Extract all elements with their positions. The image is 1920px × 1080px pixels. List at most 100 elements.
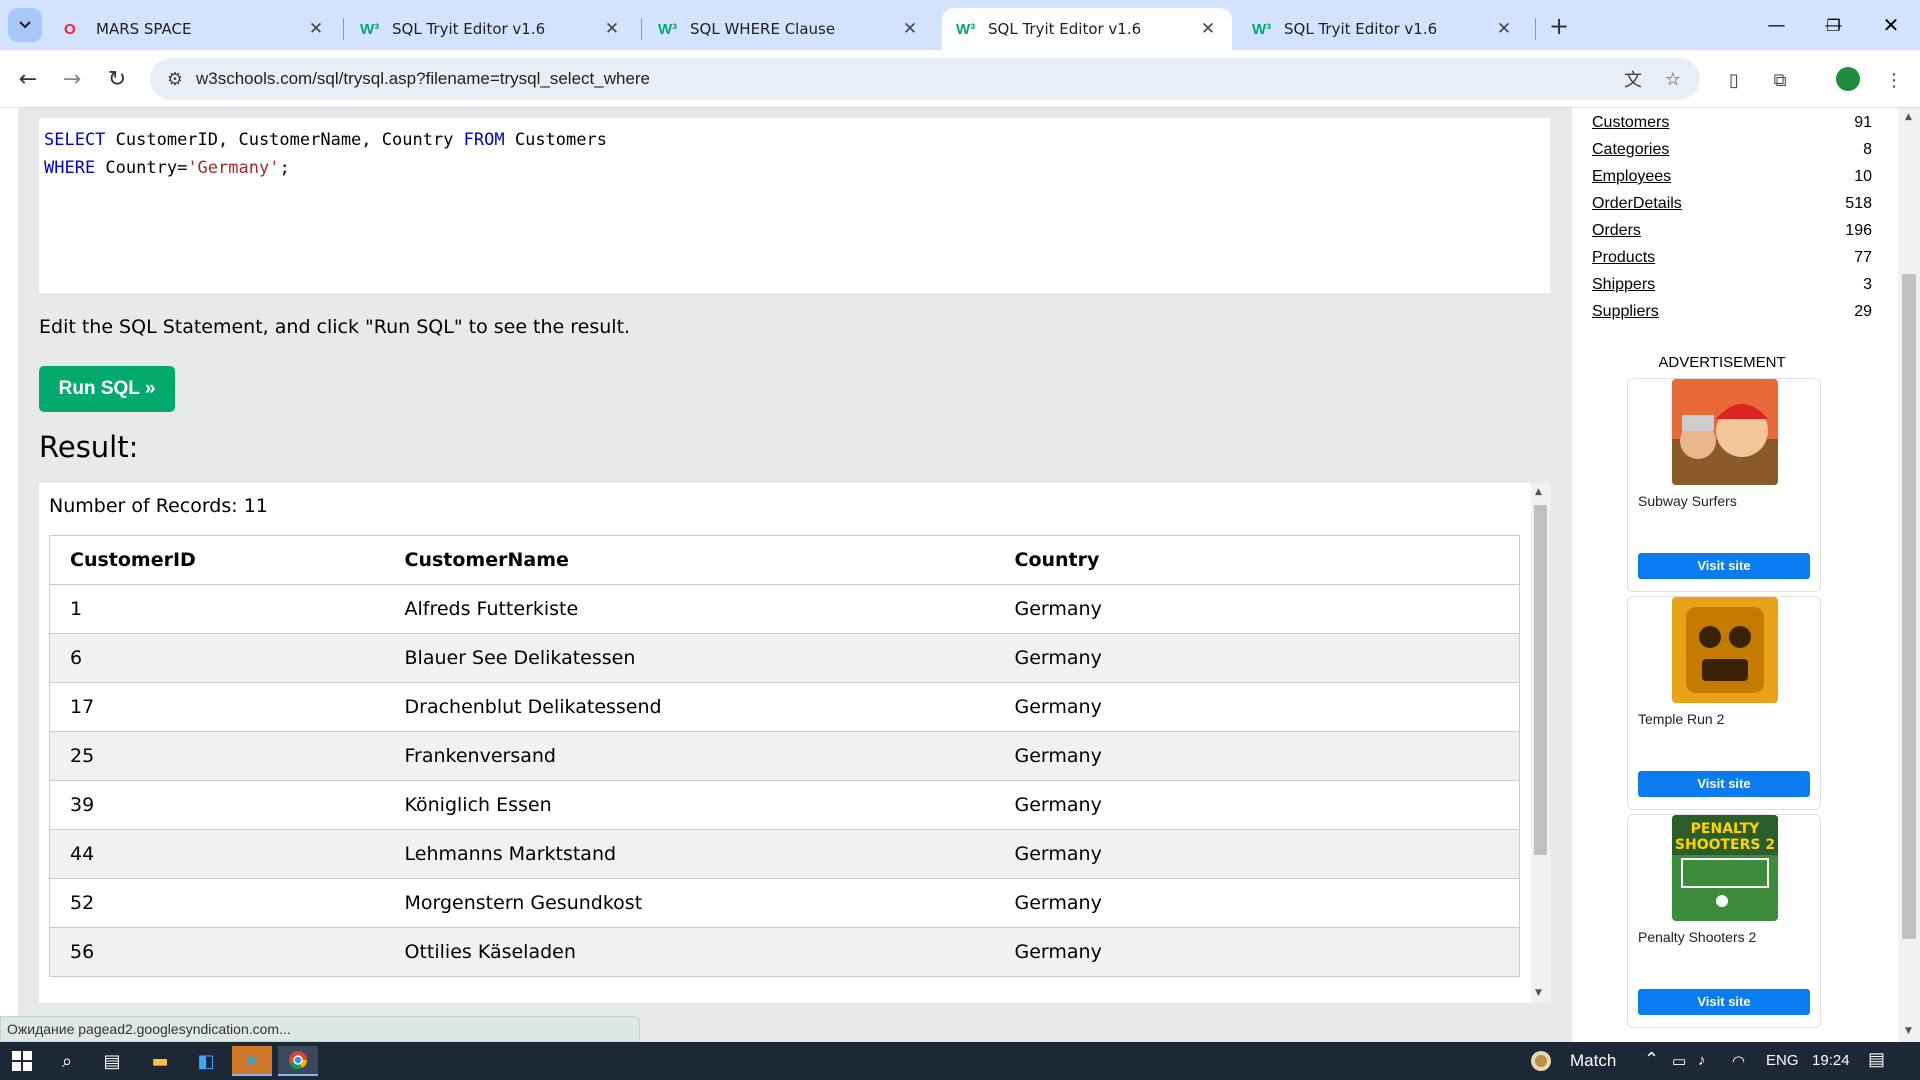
forward-button[interactable]: → [56, 63, 88, 95]
svg-text:PENALTY: PENALTY [1691, 821, 1761, 837]
main-content: SELECT CustomerID, CustomerName, Country… [0, 108, 1572, 1042]
cell: Germany [994, 731, 1520, 781]
vscode-icon[interactable]: ◧ [186, 1046, 226, 1076]
cell: Drachenblut Delikatessend [384, 682, 995, 732]
tab-sql-tryit-3[interactable]: W³ SQL Tryit Editor v1.6 ✕ [1238, 8, 1528, 50]
address-bar[interactable]: ⚙ w3schools.com/sql/trysql.asp?filename=… [150, 58, 1700, 100]
weather-text[interactable]: Match [1570, 1051, 1616, 1071]
cell: 44 [49, 829, 385, 879]
wifi-icon[interactable]: ◠ [1732, 1052, 1745, 1070]
sql-editor[interactable]: SELECT CustomerID, CustomerName, Country… [39, 118, 1550, 293]
chrome-icon[interactable] [278, 1046, 318, 1076]
minimize-button[interactable]: — [1748, 0, 1805, 50]
new-tab-button[interactable]: + [1544, 12, 1574, 42]
avatar[interactable] [1836, 67, 1860, 91]
battery-icon[interactable]: ▭ [1672, 1052, 1686, 1070]
cell: 25 [49, 731, 385, 781]
task-view-icon[interactable]: ▤ [92, 1046, 132, 1076]
cell: Ottilies Käseladen [384, 927, 995, 977]
table-list-item[interactable]: Orders 196 [1592, 222, 1872, 240]
scroll-up-icon[interactable]: ▲ [1905, 112, 1912, 122]
table-list-item[interactable]: Customers 91 [1592, 114, 1872, 132]
close-icon[interactable]: ✕ [306, 19, 326, 39]
telegram-icon[interactable]: ➤ [232, 1046, 272, 1076]
tab-sql-tryit-1[interactable]: W³ SQL Tryit Editor v1.6 ✕ [346, 8, 636, 50]
visit-site-button[interactable]: Visit site [1638, 989, 1810, 1015]
table-link[interactable]: Suppliers [1592, 303, 1659, 321]
close-icon[interactable]: ✕ [602, 19, 622, 39]
language-indicator[interactable]: ENG [1766, 1052, 1799, 1069]
star-icon[interactable]: ☆ [1660, 66, 1686, 92]
table-list-item[interactable]: Employees 10 [1592, 168, 1872, 186]
scrollbar-thumb[interactable] [1902, 274, 1916, 939]
table-link[interactable]: Categories [1592, 141, 1669, 159]
ad-card[interactable]: Subway Surfers Visit site [1627, 378, 1821, 592]
sql-keyword: FROM [463, 130, 505, 150]
table-link[interactable]: Products [1592, 249, 1655, 267]
translate-icon[interactable]: 文 [1620, 66, 1646, 92]
file-explorer-icon[interactable]: ▬ [140, 1046, 180, 1076]
ad-title: Penalty Shooters 2 [1638, 929, 1757, 945]
menu-icon[interactable]: ⋮ [1880, 66, 1908, 94]
tab-mars-space[interactable]: O MARS SPACE ✕ [50, 8, 340, 50]
sql-line-2: WHERE Country='Germany'; [44, 154, 1545, 182]
tab-sql-tryit-active[interactable]: W³ SQL Tryit Editor v1.6 ✕ [942, 8, 1232, 50]
result-scrollbar[interactable]: ▲ ▼ [1531, 483, 1550, 1003]
reload-button[interactable]: ↻ [101, 63, 133, 95]
scroll-up-icon[interactable]: ▲ [1535, 487, 1542, 497]
site-settings-icon[interactable]: ⚙ [162, 66, 188, 92]
table-list-item[interactable]: Shippers 3 [1592, 276, 1872, 294]
back-button[interactable]: ← [12, 63, 44, 95]
close-icon[interactable]: ✕ [1198, 19, 1218, 39]
scroll-down-icon[interactable]: ▼ [1905, 1026, 1912, 1036]
ad-title: Subway Surfers [1638, 493, 1737, 509]
table-link[interactable]: OrderDetails [1592, 195, 1682, 213]
restore-button[interactable]: ❐ [1805, 0, 1862, 50]
page-scrollbar[interactable]: ▲ ▼ [1898, 108, 1920, 1042]
cell: Germany [994, 633, 1520, 683]
table-link[interactable]: Shippers [1592, 276, 1655, 294]
table-list-item[interactable]: Suppliers 29 [1592, 303, 1872, 321]
temple-run-image [1672, 597, 1778, 703]
clipboard-icon[interactable]: ▯ [1720, 66, 1748, 94]
subway-surfers-image [1672, 379, 1778, 485]
windows-start-icon[interactable] [2, 1046, 42, 1076]
table-row: 52 Morgenstern Gesundkost Germany [49, 878, 1520, 928]
weather-icon[interactable] [1524, 1046, 1558, 1076]
cell: Germany [994, 878, 1520, 928]
table-list-item[interactable]: Categories 8 [1592, 141, 1872, 159]
sql-keyword: WHERE [44, 158, 96, 178]
close-icon[interactable]: ✕ [1494, 19, 1514, 39]
tab-sql-where[interactable]: W³ SQL WHERE Clause ✕ [644, 8, 934, 50]
table-list-item[interactable]: Products 77 [1592, 249, 1872, 267]
cell: Morgenstern Gesundkost [384, 878, 995, 928]
clock[interactable]: 19:24 [1812, 1052, 1850, 1069]
ad-card[interactable]: PENALTY SHOOTERS 2 Penalty Shooters 2 Vi… [1627, 814, 1821, 1028]
sql-text: Country= [95, 158, 188, 178]
notifications-icon[interactable]: ▤ [1868, 1049, 1885, 1070]
visit-site-button[interactable]: Visit site [1638, 553, 1810, 579]
table-link[interactable]: Orders [1592, 222, 1641, 240]
scrollbar-thumb[interactable] [1534, 505, 1547, 855]
table-row: 44 Lehmanns Marktstand Germany [49, 829, 1520, 879]
table-header-row: CustomerID CustomerName Country [49, 535, 1520, 585]
close-icon[interactable]: ✕ [900, 19, 920, 39]
column-header: CustomerID [49, 535, 385, 585]
extensions-icon[interactable]: ⧉ [1766, 66, 1794, 94]
url-text[interactable]: w3schools.com/sql/trysql.asp?filename=tr… [196, 69, 650, 89]
run-sql-button[interactable]: Run SQL » [39, 366, 175, 412]
ad-card[interactable]: Temple Run 2 Visit site [1627, 596, 1821, 810]
volume-icon[interactable]: ♪ [1698, 1052, 1706, 1069]
chevron-up-icon[interactable]: ⌃ [1644, 1049, 1659, 1070]
table-link[interactable]: Employees [1592, 168, 1671, 186]
visit-site-button[interactable]: Visit site [1638, 771, 1810, 797]
svg-text:SHOOTERS 2: SHOOTERS 2 [1675, 837, 1775, 853]
table-list-item[interactable]: OrderDetails 518 [1592, 195, 1872, 213]
close-window-button[interactable]: ✕ [1862, 0, 1920, 50]
tab-search-button[interactable] [8, 8, 42, 42]
scroll-down-icon[interactable]: ▼ [1535, 988, 1542, 998]
table-row: 1 Alfreds Futterkiste Germany [49, 584, 1520, 634]
table-link[interactable]: Customers [1592, 114, 1669, 132]
search-icon[interactable]: ⌕ [47, 1046, 87, 1076]
w3schools-icon: W³ [658, 20, 678, 38]
